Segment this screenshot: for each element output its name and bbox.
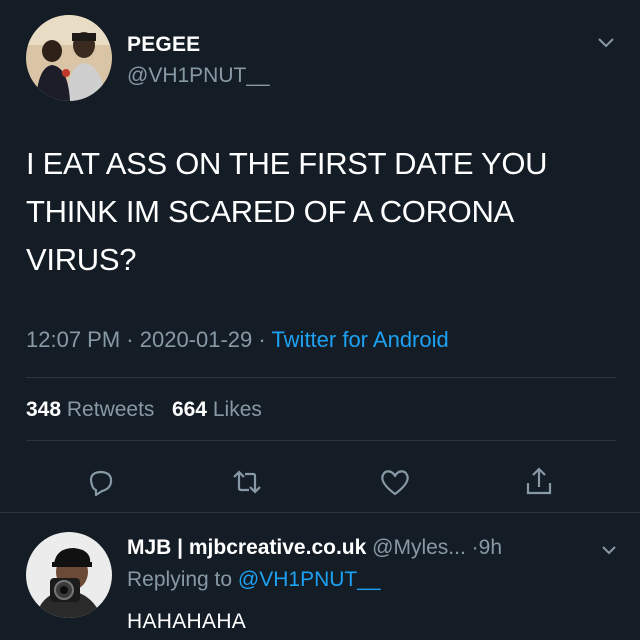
reply-text: HAHAHAHA	[127, 610, 247, 633]
separator: ·	[120, 327, 140, 352]
replying-prefix: Replying to	[127, 568, 233, 591]
share-icon[interactable]	[522, 465, 556, 499]
heart-icon[interactable]	[378, 465, 412, 499]
display-name[interactable]: PEGEE	[127, 33, 200, 57]
retweets-stat[interactable]: 348 Retweets	[26, 398, 154, 421]
replying-to: Replying to @VH1PNUT__	[127, 568, 381, 592]
avatar[interactable]	[26, 532, 112, 618]
user-handle[interactable]: @VH1PNUT__	[127, 64, 270, 88]
reply-header: MJB | mjbcreative.co.uk @Myles... ·9h	[127, 536, 502, 560]
replying-mention[interactable]: @VH1PNUT__	[238, 568, 381, 591]
likes-count: 664	[171, 398, 207, 421]
chevron-down-icon[interactable]	[600, 544, 618, 556]
reply-display-name[interactable]: MJB | mjbcreative.co.uk	[127, 536, 366, 559]
divider	[0, 512, 640, 513]
tweet-metadata: 12:07 PM · 2020-01-29 · Twitter for Andr…	[26, 327, 449, 353]
reply-icon[interactable]	[83, 465, 117, 499]
divider	[26, 440, 616, 441]
reply-handle[interactable]: @Myles...	[372, 536, 466, 559]
tweet-source-link[interactable]: Twitter for Android	[271, 327, 448, 352]
main-tweet: PEGEE @VH1PNUT__ I EAT ASS ON THE FIRST …	[0, 0, 640, 512]
engagement-stats: 348 Retweets 664 Likes	[26, 398, 262, 422]
avatar[interactable]	[26, 15, 112, 101]
divider	[26, 377, 616, 378]
reply-tweet[interactable]: MJB | mjbcreative.co.uk @Myles... ·9h Re…	[0, 514, 640, 640]
tweet-time: 12:07 PM	[26, 327, 121, 352]
tweet-text: I EAT ASS ON THE FIRST DATE YOU THINK IM…	[26, 146, 548, 277]
chevron-down-icon[interactable]	[596, 36, 616, 50]
retweets-count: 348	[26, 398, 62, 421]
separator: ·	[252, 327, 272, 352]
retweets-label: Retweets	[66, 398, 155, 421]
separator: ·	[471, 536, 479, 559]
retweet-icon[interactable]	[230, 465, 264, 499]
tweet-date: 2020-01-29	[139, 327, 253, 352]
reply-time: 9h	[478, 536, 503, 559]
likes-stat[interactable]: 664 Likes	[172, 398, 262, 421]
likes-label: Likes	[212, 398, 262, 421]
